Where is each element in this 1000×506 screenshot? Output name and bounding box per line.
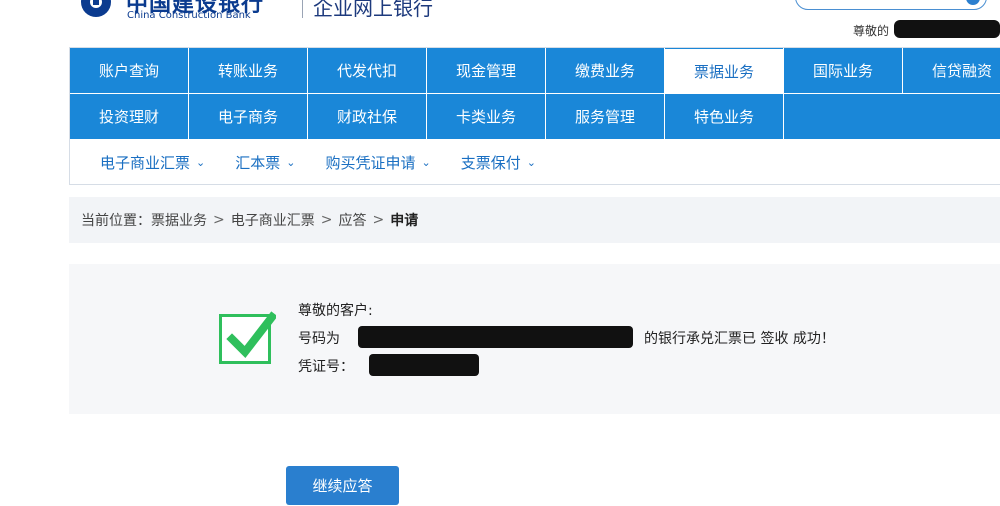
header: 中国建设银行 China Construction Bank 企业网上银行 尊敬…	[0, 0, 1000, 46]
bank-name-en: China Construction Bank	[127, 10, 251, 21]
number-label: 号码为	[298, 331, 340, 347]
breadcrumb-item[interactable]: 票据业务	[151, 210, 207, 230]
breadcrumb-separator: >	[320, 212, 333, 228]
nav-item-fee-payment[interactable]: 缴费业务	[546, 48, 664, 93]
nav-row-1: 账户查询 转账业务 代发代扣 现金管理 缴费业务 票据业务 国际业务 信贷融资	[70, 48, 1000, 93]
subnav-item-drafts[interactable]: 汇本票 ⌄	[235, 152, 295, 173]
nav-item-fiscal-social[interactable]: 财政社保	[308, 94, 426, 139]
breadcrumb-prefix: 当前位置：	[81, 213, 151, 229]
success-message: 的银行承兑汇票已 签收 成功！	[644, 331, 835, 347]
greeting-text: 尊敬的客户:	[298, 303, 373, 319]
redacted-bill-number	[358, 326, 633, 348]
top-search-input[interactable]	[795, 0, 987, 10]
breadcrumb-separator: >	[372, 212, 385, 228]
nav-item-cash-management[interactable]: 现金管理	[427, 48, 545, 93]
sub-brand-title: 企业网上银行	[313, 0, 433, 20]
nav-row-2: 投资理财 电子商务 财政社保 卡类业务 服务管理 特色业务	[70, 94, 1000, 139]
nav-item-service-management[interactable]: 服务管理	[546, 94, 664, 139]
header-divider	[302, 0, 303, 18]
subnav-label: 购买凭证申请	[325, 153, 416, 172]
nav-item-payroll[interactable]: 代发代扣	[308, 48, 426, 93]
nav-item-ecommerce[interactable]: 电子商务	[189, 94, 307, 139]
chevron-down-icon: ⌄	[421, 155, 431, 169]
result-panel: 尊敬的客户: 号码为 的银行承兑汇票已 签收 成功！ 凭证号：	[69, 264, 1000, 414]
chevron-down-icon: ⌄	[286, 155, 296, 169]
breadcrumb-item[interactable]: 应答	[338, 210, 366, 230]
chevron-down-icon: ⌄	[196, 155, 206, 169]
continue-respond-button[interactable]: 继续应答	[286, 466, 399, 505]
bank-logo-icon	[80, 0, 112, 18]
nav-filler	[784, 94, 1000, 139]
subnav-label: 支票保付	[460, 153, 521, 172]
sub-nav: 电子商业汇票 ⌄ 汇本票 ⌄ 购买凭证申请 ⌄ 支票保付 ⌄	[70, 140, 1000, 184]
nav-item-bills[interactable]: 票据业务	[665, 48, 783, 93]
subnav-label: 电子商业汇票	[100, 153, 191, 172]
success-check-icon	[219, 311, 276, 364]
chevron-down-icon: ⌄	[526, 155, 536, 169]
welcome-text: 尊敬的	[853, 24, 890, 38]
breadcrumb-separator: >	[213, 212, 225, 228]
nav-item-featured[interactable]: 特色业务	[665, 94, 783, 139]
breadcrumb-current: 申请	[390, 213, 419, 229]
subnav-item-voucher-purchase[interactable]: 购买凭证申请 ⌄	[325, 152, 430, 173]
nav-item-international[interactable]: 国际业务	[784, 48, 902, 93]
breadcrumb: 当前位置： 票据业务 > 电子商业汇票 > 应答 > 申请	[69, 197, 1000, 243]
nav-item-transfer[interactable]: 转账业务	[189, 48, 307, 93]
nav-item-account-query[interactable]: 账户查询	[70, 48, 188, 93]
search-icon[interactable]	[966, 0, 980, 5]
voucher-label: 凭证号：	[298, 359, 354, 375]
nav-item-credit-financing[interactable]: 信贷融资	[903, 48, 1000, 93]
subnav-item-check-guarantee[interactable]: 支票保付 ⌄	[461, 152, 536, 173]
redacted-voucher-number	[369, 354, 479, 376]
subnav-item-electronic-bills[interactable]: 电子商业汇票 ⌄	[100, 152, 205, 173]
redacted-username	[894, 20, 1000, 38]
breadcrumb-item[interactable]: 电子商业汇票	[231, 210, 315, 230]
main-nav: 账户查询 转账业务 代发代扣 现金管理 缴费业务 票据业务 国际业务 信贷融资 …	[69, 47, 1000, 185]
subnav-label: 汇本票	[235, 153, 281, 172]
nav-item-investment[interactable]: 投资理财	[70, 94, 188, 139]
nav-item-card[interactable]: 卡类业务	[427, 94, 545, 139]
